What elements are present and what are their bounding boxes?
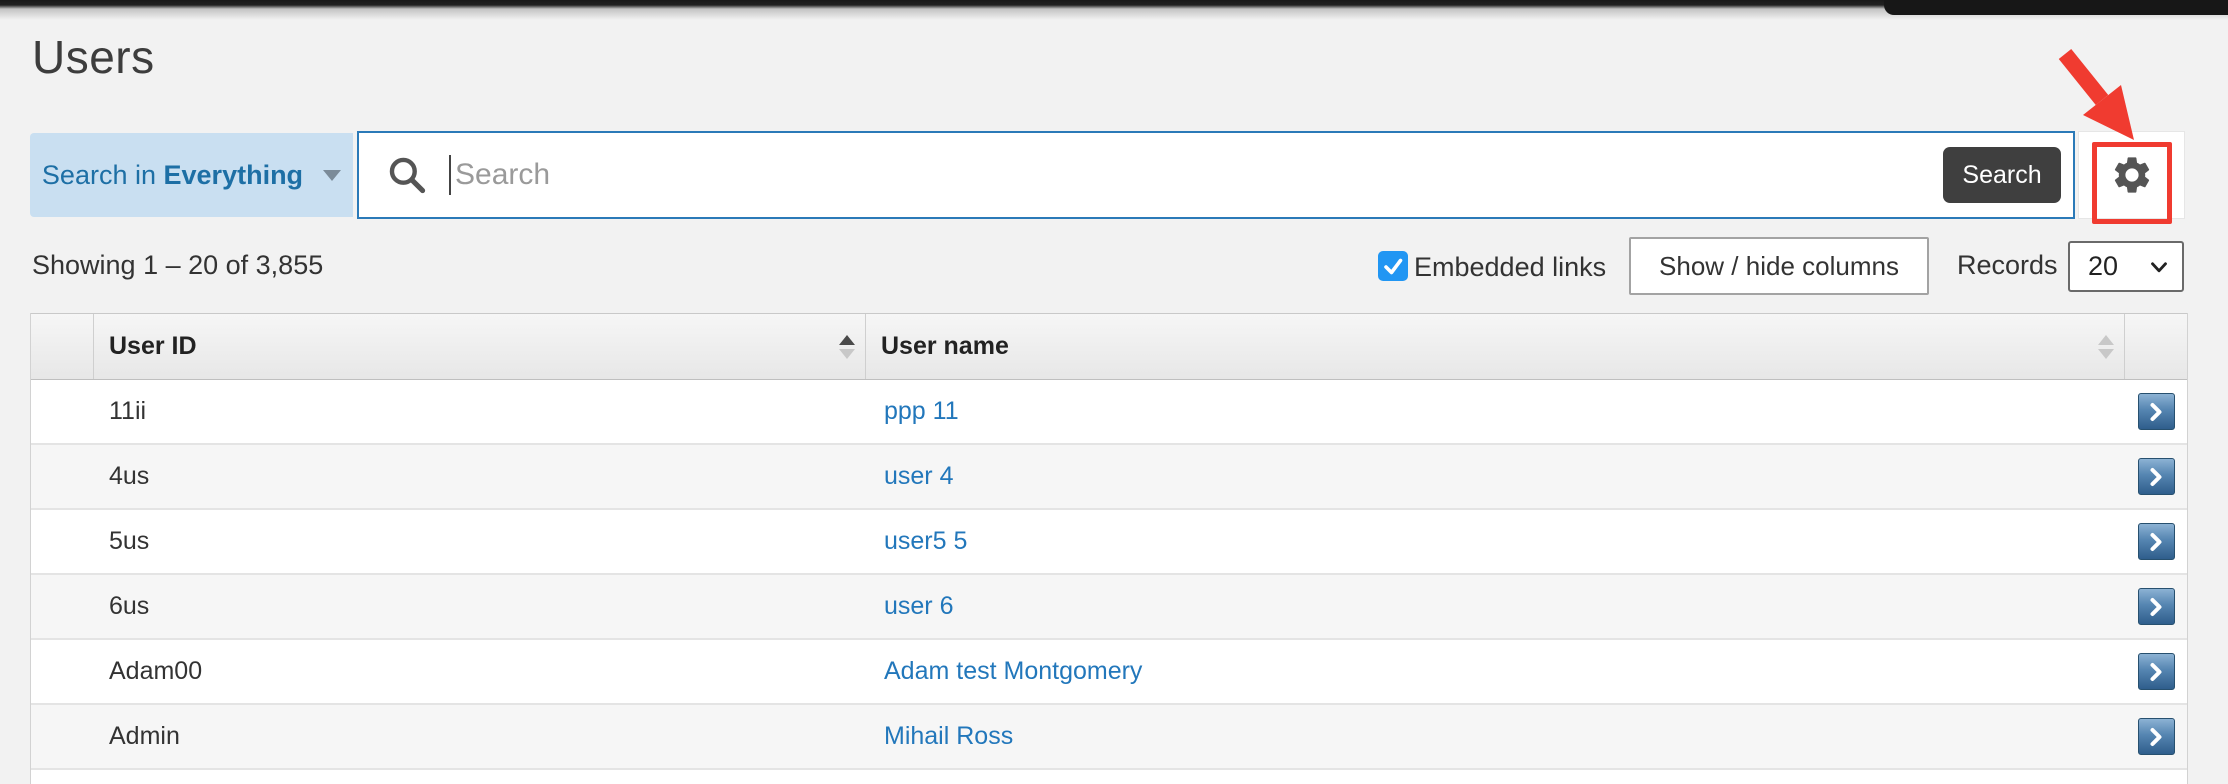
search-scope-dropdown[interactable]: Search in Everything [30,133,353,217]
table-row: 11ii ppp 11 [31,380,2187,445]
open-row-button[interactable] [2138,458,2175,495]
top-bar-right-segment [1884,0,2228,15]
user-name-cell: user5 5 [866,510,2125,573]
open-row-button[interactable] [2138,588,2175,625]
user-name-cell: user 6 [866,575,2125,638]
open-row-button[interactable] [2138,718,2175,755]
row-action-cell [2125,445,2187,508]
row-indent-cell [31,510,94,573]
row-action-cell [2125,380,2187,443]
embedded-links-checkbox[interactable] [1378,251,1408,281]
table-row: 5us user5 5 [31,510,2187,575]
text-cursor [449,155,451,195]
row-action-cell [2125,510,2187,573]
header-action-cell [2125,314,2187,379]
table-row: Adam00 Adam test Montgomery [31,640,2187,705]
user-id-cell: Admin [94,705,866,768]
table-row: 6us user 6 [31,575,2187,640]
user-id-cell: 5us [94,510,866,573]
user-name-link[interactable]: Adam test Montgomery [884,657,1142,686]
row-indent-cell [31,640,94,703]
open-row-button[interactable] [2138,653,2175,690]
row-indent-cell [31,380,94,443]
header-user-name[interactable]: User name [866,314,2125,379]
settings-gear-button[interactable] [2078,131,2185,219]
records-select[interactable]: 20 [2068,241,2184,292]
row-action-cell [2125,575,2187,638]
row-indent-cell [31,575,94,638]
sort-asc-icon [839,335,855,359]
user-id-cell: 11ii [94,380,866,443]
user-name-link[interactable]: user5 5 [884,527,967,556]
row-action-cell [2125,640,2187,703]
search-icon [385,153,429,197]
table-body: 11ii ppp 11 4us user 4 5us user5 5 6us user 6 Ad… [31,380,2187,784]
table-row: 4us user 4 [31,445,2187,510]
user-name-link[interactable]: user 4 [884,462,953,491]
user-id-cell: 4us [94,445,866,508]
header-indent-cell [31,314,94,379]
open-row-button[interactable] [2138,523,2175,560]
chevron-down-icon [323,170,341,181]
chevron-down-icon [2146,254,2172,280]
header-user-id[interactable]: User ID [94,314,866,379]
table-row: Admin Mihail Ross [31,705,2187,770]
search-scope-text: Search in Everything [42,160,303,191]
row-action-cell [2125,705,2187,768]
table-header-row: User ID User name [31,313,2187,380]
users-table: User ID User name 11ii ppp 11 4us user 4 5us… [30,313,2188,784]
search-input[interactable] [453,139,1943,211]
search-box: Search [357,131,2075,219]
chevron-right-icon [2144,595,2168,619]
chevron-right-icon [2144,725,2168,749]
embedded-links-label: Embedded links [1414,252,1606,283]
row-indent-cell [31,445,94,508]
records-value: 20 [2088,251,2146,282]
row-indent-cell [31,705,94,768]
user-id-cell: 6us [94,575,866,638]
chevron-right-icon [2144,465,2168,489]
search-scope-value: Everything [164,160,304,190]
user-name-cell: user 4 [866,445,2125,508]
records-label: Records [1957,250,2058,281]
user-name-cell: Mihail Ross [866,705,2125,768]
user-name-link[interactable]: Mihail Ross [884,722,1013,751]
sort-icon [2098,335,2114,359]
results-count: Showing 1 – 20 of 3,855 [32,250,323,281]
search-button[interactable]: Search [1943,147,2061,203]
user-name-link[interactable]: ppp 11 [884,397,959,426]
gear-icon [2110,153,2154,197]
user-name-link[interactable]: user 6 [884,592,953,621]
user-name-cell: Adam test Montgomery [866,640,2125,703]
chevron-right-icon [2144,660,2168,684]
open-row-button[interactable] [2138,393,2175,430]
check-icon [1381,254,1405,278]
chevron-right-icon [2144,400,2168,424]
user-id-cell: Adam00 [94,640,866,703]
user-name-cell: ppp 11 [866,380,2125,443]
show-hide-columns-button[interactable]: Show / hide columns [1629,237,1929,295]
table-row-partial [31,770,2187,784]
page-title: Users [32,30,155,84]
chevron-right-icon [2144,530,2168,554]
